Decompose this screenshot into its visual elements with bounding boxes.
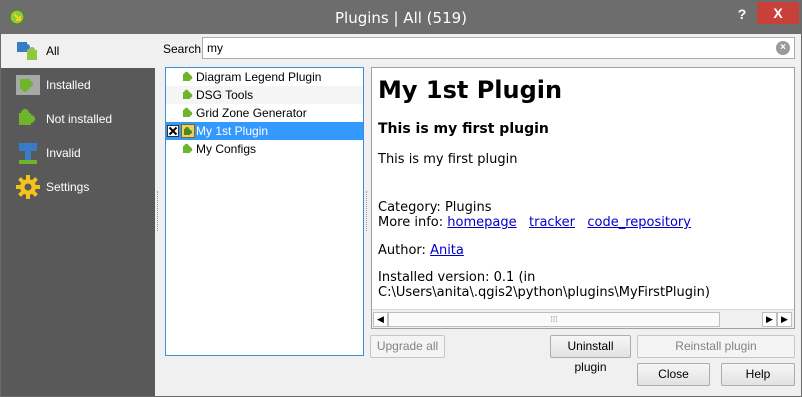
window-title: Plugins | All (519) <box>334 9 468 27</box>
more-info-label: More info: <box>378 215 444 230</box>
homepage-link[interactable]: homepage <box>447 215 516 230</box>
author-link[interactable]: Anita <box>430 243 464 258</box>
clear-search-icon[interactable]: × <box>776 41 790 55</box>
author-label: Author: <box>378 243 426 258</box>
sidebar-item-label: All <box>46 44 60 58</box>
puzzle-all-icon <box>17 42 37 60</box>
plugins-dialog: Plugins | All (519) ? X All Installed No… <box>0 0 802 397</box>
plugin-list-item[interactable]: My Configs <box>166 140 363 158</box>
plugin-name: DSG Tools <box>196 88 254 102</box>
puzzle-icon <box>183 107 193 117</box>
upgrade-all-button[interactable]: Upgrade all <box>370 335 445 358</box>
tracker-link[interactable]: tracker <box>529 215 575 230</box>
scrollbar-thumb[interactable]: ⁞⁞⁞ <box>388 312 720 327</box>
puzzle-icon <box>183 143 193 153</box>
sidebar-item-all[interactable]: All <box>1 34 155 68</box>
sidebar-splitter-handle[interactable] <box>157 191 160 231</box>
plugin-details-pane: My 1st Plugin This is my first plugin Th… <box>371 67 795 329</box>
plugin-list[interactable]: Diagram Legend Plugin DSG Tools Grid Zon… <box>165 67 364 356</box>
scroll-left-button[interactable]: ◀ <box>373 312 388 327</box>
details-horizontal-scrollbar[interactable]: ◀ ⁞⁞⁞ ▶ ▶ <box>372 309 794 328</box>
gear-icon <box>16 175 40 199</box>
plugin-list-item[interactable]: Grid Zone Generator <box>166 104 363 122</box>
plugin-list-item-selected[interactable]: My 1st Plugin <box>166 122 363 140</box>
code-repository-link[interactable]: code_repository <box>587 215 691 230</box>
invalid-plugin-icon <box>19 143 37 164</box>
search-field[interactable]: × <box>202 37 795 59</box>
plugin-name: My Configs <box>196 142 257 156</box>
plugin-name: Diagram Legend Plugin <box>196 70 322 84</box>
sidebar-item-invalid[interactable]: Invalid <box>1 136 155 170</box>
puzzle-icon <box>183 89 193 99</box>
puzzle-installed-icon <box>16 75 40 95</box>
plugin-more-info: More info: homepage tracker code_reposit… <box>378 215 691 230</box>
search-label: Search <box>163 42 202 56</box>
puzzle-installed-icon <box>181 124 195 138</box>
puzzle-not-installed-icon <box>19 109 35 125</box>
title-close-button[interactable]: X <box>757 2 799 24</box>
reinstall-plugin-button[interactable]: Reinstall plugin <box>637 335 795 358</box>
sidebar-item-label: Not installed <box>46 112 113 126</box>
title-help-button[interactable]: ? <box>732 4 752 24</box>
close-button[interactable]: Close <box>637 363 710 386</box>
plugin-list-item[interactable]: Diagram Legend Plugin <box>166 68 363 86</box>
uninstall-plugin-button[interactable]: Uninstall plugin <box>550 335 631 374</box>
help-button[interactable]: Help <box>721 363 795 386</box>
plugin-title: My 1st Plugin <box>378 76 563 104</box>
title-bar[interactable]: Plugins | All (519) ? X <box>1 1 801 34</box>
sidebar-item-not-installed[interactable]: Not installed <box>1 102 155 136</box>
sidebar-item-installed[interactable]: Installed <box>1 68 155 102</box>
installed-version-line1: Installed version: 0.1 (in <box>378 270 536 285</box>
scroll-right-button[interactable]: ▶ <box>762 312 777 327</box>
plugin-subtitle: This is my first plugin <box>378 121 549 137</box>
list-splitter-handle[interactable] <box>366 191 369 231</box>
search-input[interactable] <box>207 40 767 56</box>
plugin-name: Grid Zone Generator <box>196 106 307 120</box>
plugin-author: Author: Anita <box>378 243 464 258</box>
plugin-description: This is my first plugin <box>378 152 518 167</box>
installed-version-line2: C:\Users\anita\.qgis2\python\plugins\MyF… <box>378 285 710 300</box>
sidebar-item-label: Settings <box>46 180 90 194</box>
checkbox-checked-icon[interactable] <box>167 125 179 137</box>
plugin-name: My 1st Plugin <box>196 124 269 138</box>
sidebar-item-settings[interactable]: Settings <box>1 170 155 204</box>
puzzle-icon <box>183 71 193 81</box>
plugin-category: Category: Plugins <box>378 200 492 215</box>
plugin-list-item[interactable]: DSG Tools <box>166 86 363 104</box>
sidebar-item-label: Invalid <box>46 146 81 160</box>
sidebar-item-label: Installed <box>46 78 91 92</box>
sidebar: All Installed Not installed Invalid Sett… <box>1 34 155 396</box>
scroll-right-end-button[interactable]: ▶ <box>777 312 792 327</box>
